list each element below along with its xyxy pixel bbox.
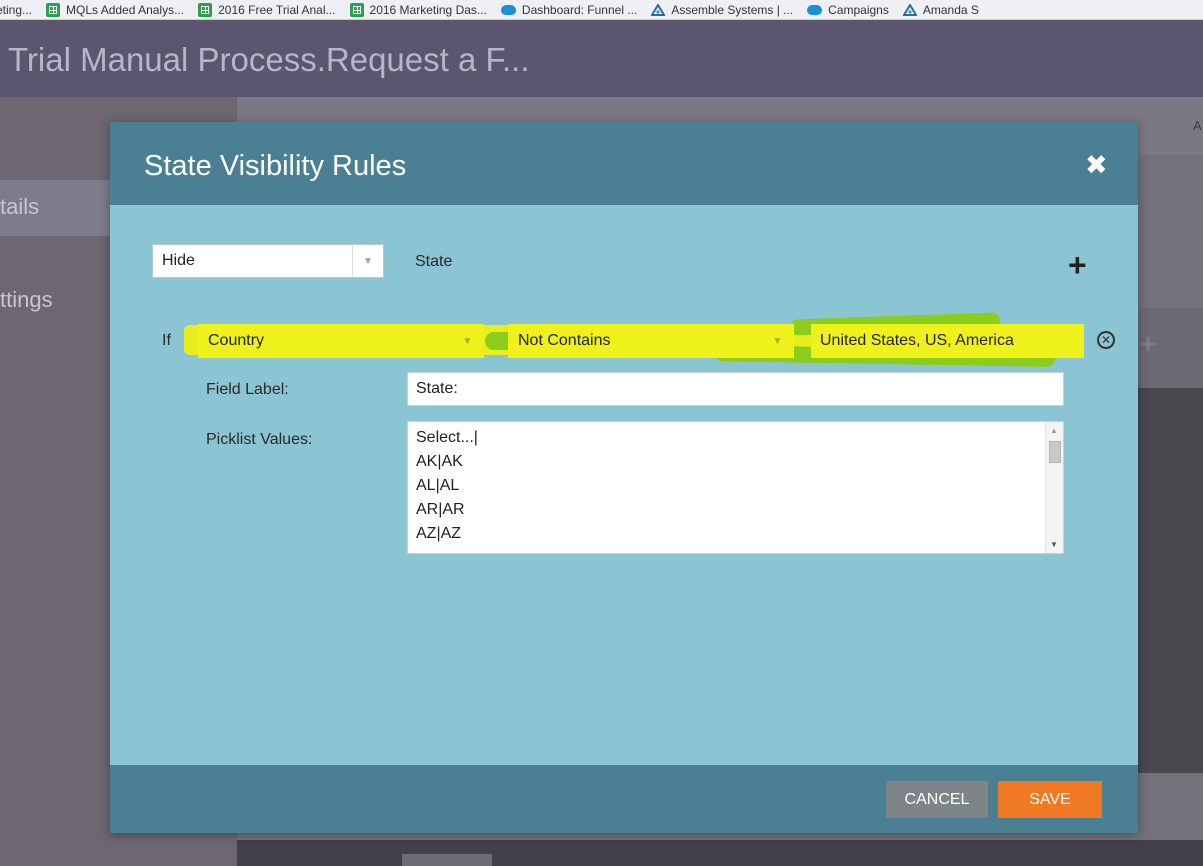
action-select-value: Hide <box>162 252 195 269</box>
condition-value-text: United States, US, America <box>820 332 1014 349</box>
condition-field-value: Country <box>208 332 265 349</box>
bookmark-item[interactable]: 2016 Marketing Das... <box>349 2 487 17</box>
picklist-line: Select...| <box>416 429 478 446</box>
bookmark-item[interactable]: Assemble Systems | ... <box>651 3 793 17</box>
picklist-line: AK|AK <box>416 453 463 470</box>
remove-condition-icon[interactable]: ✕ <box>1097 331 1115 349</box>
dialog-header: State Visibility Rules ✖ <box>110 122 1138 205</box>
bookmark-label: Dashboard: Funnel ... <box>521 2 638 17</box>
assemble-logo-icon <box>902 3 917 16</box>
bookmark-label: eting... <box>0 2 33 17</box>
if-label: If <box>162 332 171 349</box>
page-title: Trial Manual Process.Request a F... <box>8 41 530 78</box>
bookmark-label: Amanda S <box>922 2 979 17</box>
picklist-textarea[interactable]: Select...| AK|AK AL|AL AR|AR AZ|AZ ▲ ▼ <box>407 421 1064 554</box>
vertical-scrollbar[interactable]: ▲ ▼ <box>1045 422 1063 553</box>
bookmark-label: Assemble Systems | ... <box>671 2 794 17</box>
bookmark-item[interactable]: MQLs Added Analys... <box>46 2 185 17</box>
condition-field-select[interactable]: Country ▼ <box>198 324 484 358</box>
field-label-caption: Field Label: <box>206 381 289 398</box>
sheets-icon <box>198 2 213 17</box>
sheets-icon <box>349 2 364 17</box>
app-header: Trial Manual Process.Request a F... <box>0 21 1203 97</box>
cancel-button[interactable]: CANCEL <box>886 781 988 818</box>
bookmark-label: MQLs Added Analys... <box>66 2 185 17</box>
bookmark-label: 2016 Marketing Das... <box>369 2 487 17</box>
salesforce-cloud-icon <box>807 4 823 15</box>
chevron-down-icon: ▼ <box>772 335 783 347</box>
picklist-line: AZ|AZ <box>416 525 462 542</box>
scroll-down-icon[interactable]: ▼ <box>1050 540 1058 549</box>
add-rule-icon[interactable]: + <box>1068 249 1087 281</box>
picklist-lines: Select...| AK|AK AL|AL AR|AR AZ|AZ <box>416 426 478 546</box>
bookmarks-bar: eting... MQLs Added Analys... 2016 Free … <box>0 0 1203 20</box>
sheets-icon <box>46 2 61 17</box>
bookmark-item[interactable]: 2016 Free Trial Anal... <box>198 2 336 17</box>
add-icon[interactable]: + <box>1140 328 1156 360</box>
bookmark-item[interactable]: Amanda S <box>902 2 979 17</box>
target-field-label: State <box>415 253 453 270</box>
visibility-rules-dialog: State Visibility Rules ✖ Hide ▼ State + … <box>110 122 1138 833</box>
toolbar-text: A <box>1193 118 1202 133</box>
bookmark-item[interactable]: eting... <box>0 3 32 17</box>
field-label-value: State: <box>416 380 458 397</box>
save-button[interactable]: SAVE <box>998 781 1102 818</box>
chevron-down-icon: ▼ <box>462 335 473 347</box>
bookmark-label: 2016 Free Trial Anal... <box>218 2 336 17</box>
scrollbar-thumb[interactable] <box>1049 441 1061 463</box>
condition-value-input[interactable]: United States, US, America <box>811 324 1084 358</box>
field-label-input[interactable]: State: <box>407 372 1064 406</box>
bottom-tab[interactable] <box>402 854 492 866</box>
salesforce-cloud-icon <box>500 4 516 15</box>
chevron-down-icon: ▼ <box>352 245 383 277</box>
picklist-line: AR|AR <box>416 501 465 518</box>
bottom-bar <box>237 840 1203 866</box>
action-select[interactable]: Hide ▼ <box>152 244 384 278</box>
bookmark-item[interactable]: Dashboard: Funnel ... <box>500 2 638 17</box>
picklist-caption: Picklist Values: <box>206 431 313 448</box>
nav-item-details-label: tails <box>0 194 40 219</box>
assemble-logo-icon <box>651 3 666 16</box>
condition-operator-value: Not Contains <box>518 332 611 349</box>
condition-operator-select[interactable]: Not Contains ▼ <box>508 324 794 358</box>
dialog-title: State Visibility Rules <box>144 150 407 182</box>
close-icon[interactable]: ✖ <box>1085 152 1108 179</box>
bookmark-label: Campaigns <box>828 2 889 17</box>
scroll-up-icon[interactable]: ▲ <box>1050 426 1058 435</box>
bookmark-item[interactable]: Campaigns <box>807 3 889 17</box>
nav-item-settings[interactable]: ttings <box>0 287 53 313</box>
picklist-line: AL|AL <box>416 477 460 494</box>
